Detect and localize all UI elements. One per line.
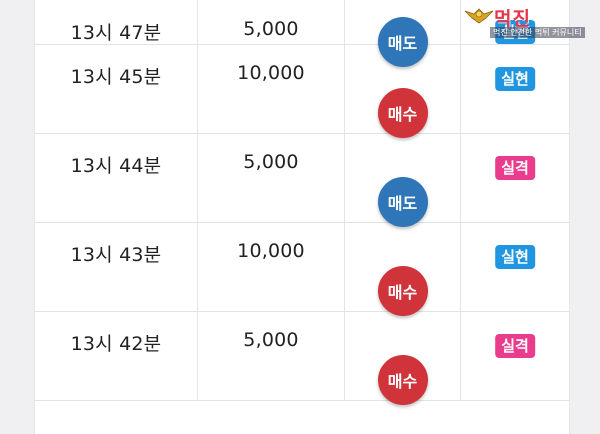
trade-amount: 10,000: [237, 240, 305, 262]
result-cell: 실현: [461, 223, 569, 311]
result-cell: 실현: [461, 45, 569, 133]
trade-time: 13시 45분: [70, 66, 162, 88]
buy-badge: 매수: [377, 355, 428, 405]
trade-time: 13시 47분: [70, 22, 162, 44]
table-row: 13시 43분 10,000 매수 실현: [35, 223, 569, 316]
side-cell: 매도: [345, 134, 461, 227]
buy-badge: 매수: [377, 266, 428, 316]
time-cell: 13시 43분: [35, 223, 198, 311]
trade-time: 13시 43분: [70, 244, 162, 266]
time-cell: 13시 42분: [35, 312, 198, 400]
trade-amount: 5,000: [243, 18, 299, 40]
trade-history-panel: 13시 47분 5,000 매도 실현 13시 45분 10,000 매수: [34, 0, 570, 434]
amount-cell: 5,000: [198, 0, 345, 44]
side-cell: 매수: [345, 312, 461, 405]
time-cell: 13시 45분: [35, 45, 198, 133]
watermark-logo: 먹진 먹진 안전한 먹튀 커뮤니티: [460, 4, 596, 40]
side-cell: 매수: [345, 223, 461, 316]
table-row: 13시 44분 5,000 매도 실격: [35, 134, 569, 227]
result-cell: 실격: [461, 312, 569, 400]
trade-amount: 10,000: [237, 62, 305, 84]
amount-cell: 10,000: [198, 223, 345, 311]
time-cell: 13시 44분: [35, 134, 198, 222]
table-row: 13시 45분 10,000 매수 실현: [35, 45, 569, 138]
result-badge: 실격: [495, 334, 535, 358]
watermark-tagline: 먹진 안전한 먹튀 커뮤니티: [490, 27, 585, 38]
amount-cell: 5,000: [198, 312, 345, 400]
buy-badge: 매수: [377, 88, 428, 138]
table-row: 13시 42분 5,000 매수 실격: [35, 312, 569, 405]
sell-badge: 매도: [377, 177, 428, 227]
trade-amount: 5,000: [243, 329, 299, 351]
time-cell: 13시 47분: [35, 0, 198, 44]
trade-amount: 5,000: [243, 151, 299, 173]
side-cell: 매수: [345, 45, 461, 138]
eagle-emblem-icon: [464, 8, 494, 24]
amount-cell: 5,000: [198, 134, 345, 222]
result-badge: 실현: [495, 245, 535, 269]
side-cell: 매도: [345, 0, 461, 67]
amount-cell: 10,000: [198, 45, 345, 133]
result-badge: 실격: [495, 156, 535, 180]
result-cell: 실격: [461, 134, 569, 222]
trade-time: 13시 44분: [70, 155, 162, 177]
result-badge: 실현: [495, 67, 535, 91]
trade-time: 13시 42분: [70, 333, 162, 355]
trade-history-table: 13시 47분 5,000 매도 실현 13시 45분 10,000 매수: [35, 0, 569, 405]
